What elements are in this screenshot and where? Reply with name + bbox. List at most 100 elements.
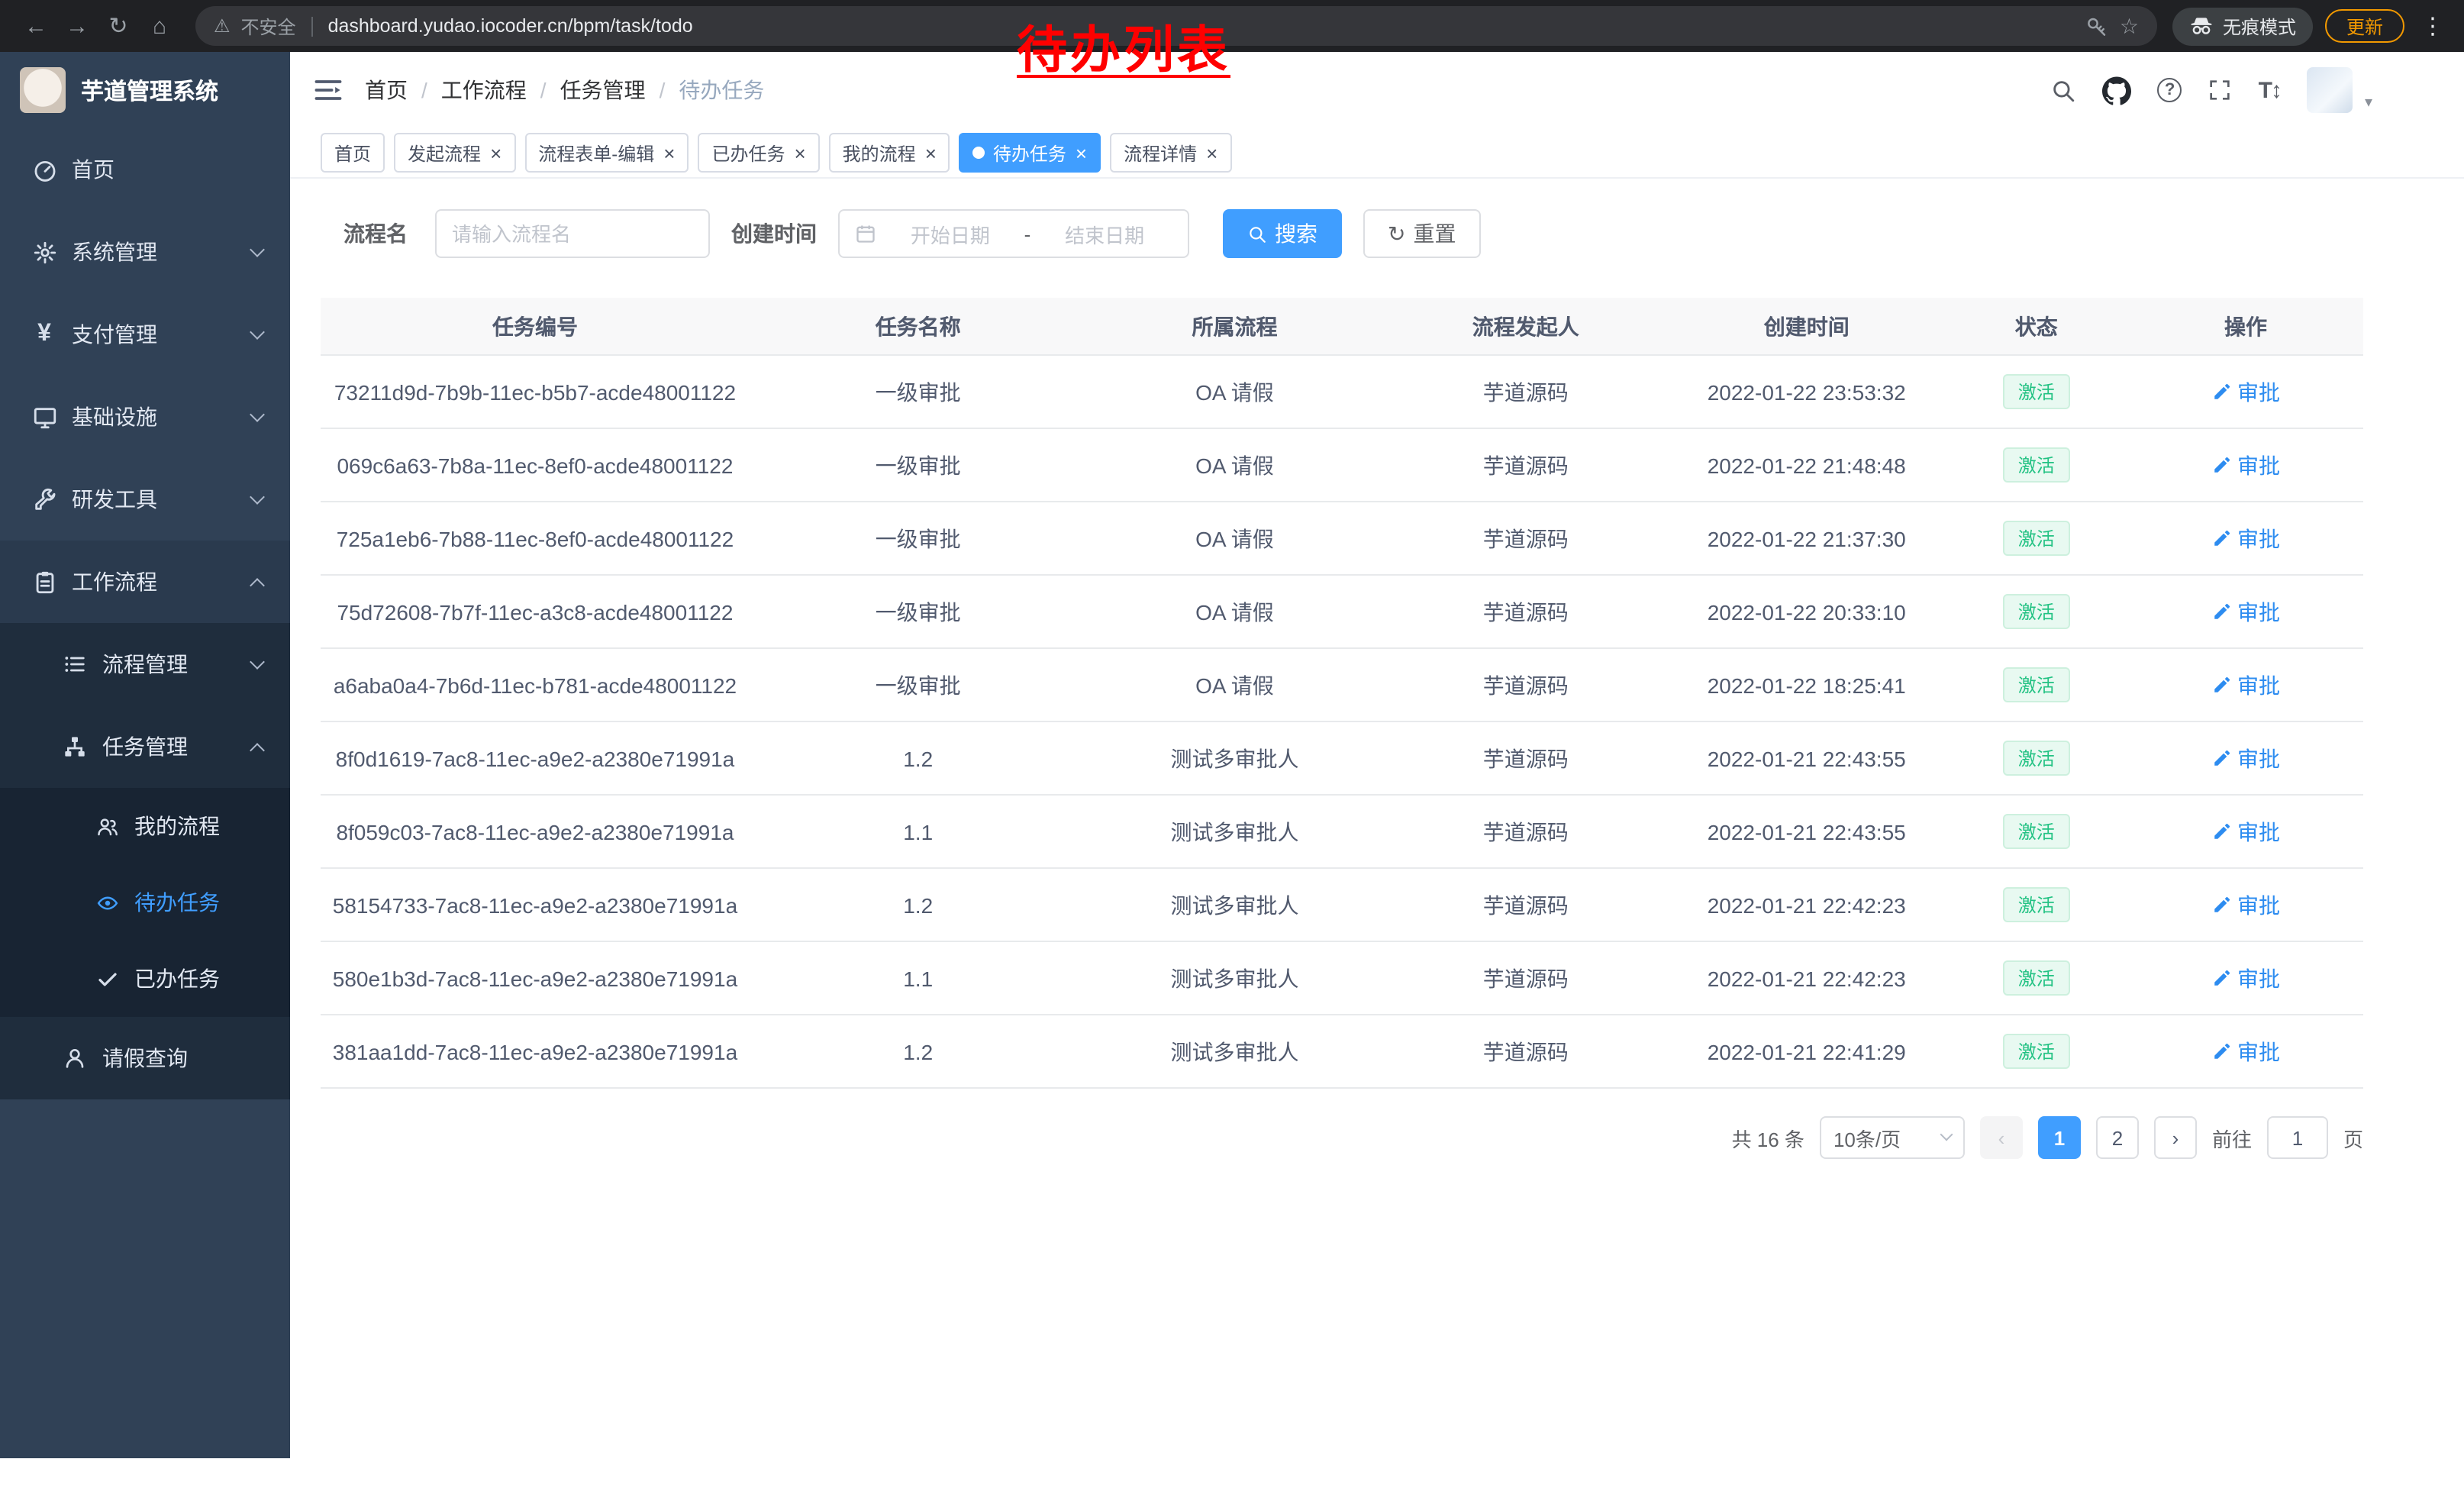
approve-link[interactable]: 审批 (2211, 596, 2280, 627)
sidebar-item-workflow[interactable]: 工作流程 (0, 541, 290, 623)
date-range-picker[interactable]: 开始日期 - 结束日期 (838, 209, 1189, 258)
pencil-icon (2211, 748, 2231, 768)
close-icon[interactable]: × (1076, 143, 1087, 163)
page-button-2[interactable]: 2 (2096, 1116, 2139, 1159)
page-button-1[interactable]: 1 (2038, 1116, 2081, 1159)
refresh-button[interactable]: ↻ (98, 5, 139, 47)
sidebar-item-dev-tools[interactable]: 研发工具 (0, 458, 290, 541)
incognito-badge: 无痕模式 (2172, 7, 2313, 45)
pencil-icon (2211, 382, 2231, 402)
pencil-icon (2211, 528, 2231, 548)
status-badge: 激活 (2003, 887, 2070, 922)
total-count: 共 16 条 (1732, 1123, 1804, 1152)
status-badge: 激活 (2003, 960, 2070, 996)
help-icon[interactable]: ? (2158, 78, 2182, 102)
approve-link[interactable]: 审批 (2211, 816, 2280, 847)
sidebar-item-task-management[interactable]: 任务管理 (0, 705, 290, 788)
forward-button[interactable]: → (56, 5, 98, 47)
pencil-icon (2211, 968, 2231, 988)
chevron-down-icon: ▾ (2365, 94, 2372, 111)
sidebar-item-system-management[interactable]: 系统管理 (0, 211, 290, 293)
active-dot (973, 147, 985, 159)
refresh-icon: ↻ (1388, 223, 1405, 244)
process-name-input[interactable] (435, 209, 710, 258)
pencil-icon (2211, 455, 2231, 475)
close-icon[interactable]: × (490, 143, 502, 163)
close-icon[interactable]: × (925, 143, 937, 163)
chevron-up-icon (250, 742, 265, 757)
todo-task-table: 任务编号 任务名称 所属流程 流程发起人 创建时间 状态 操作 73211d9d… (321, 298, 2363, 1089)
key-icon[interactable] (2086, 15, 2109, 37)
sidebar-item-infrastructure[interactable]: 基础设施 (0, 376, 290, 458)
table-row: 725a1eb6-7b88-11ec-8ef0-acde48001122 一级审… (321, 502, 2363, 576)
page-size-select[interactable]: 10条/页 (1820, 1116, 1965, 1159)
approve-link[interactable]: 审批 (2211, 963, 2280, 993)
approve-link[interactable]: 审批 (2211, 376, 2280, 407)
sidebar-item-todo-tasks[interactable]: 待办任务 (0, 864, 290, 941)
breadcrumb-item-home[interactable]: 首页 (365, 75, 408, 105)
status-badge: 激活 (2003, 374, 2070, 409)
dashboard-icon (31, 156, 58, 183)
sidebar-item-done-tasks[interactable]: 已办任务 (0, 941, 290, 1017)
approve-link[interactable]: 审批 (2211, 1036, 2280, 1067)
approve-link[interactable]: 审批 (2211, 450, 2280, 480)
update-button[interactable]: 更新 (2325, 9, 2404, 43)
breadcrumb-item-task-management[interactable]: 任务管理 (560, 75, 646, 105)
font-size-icon[interactable]: T↕ (2259, 77, 2281, 103)
process-name-label: 流程名 (343, 218, 408, 249)
reset-button[interactable]: ↻ 重置 (1363, 209, 1480, 258)
sidebar-item-leave-query[interactable]: 请假查询 (0, 1017, 290, 1099)
github-icon[interactable] (2103, 76, 2132, 105)
infrastructure-icon (31, 403, 58, 431)
sidebar-collapse-button[interactable] (311, 73, 345, 107)
back-button[interactable]: ← (15, 5, 56, 47)
table-row: 580e1b3d-7ac8-11ec-a9e2-a2380e71991a 1.1… (321, 942, 2363, 1015)
chevron-down-icon (1940, 1128, 1953, 1141)
close-icon[interactable]: × (794, 143, 805, 163)
tab-home[interactable]: 首页 (321, 133, 385, 173)
col-starter: 流程发起人 (1382, 311, 1669, 341)
logo-image (20, 67, 66, 113)
fullscreen-icon[interactable] (2208, 78, 2233, 102)
tab-process-form-edit[interactable]: 流程表单-编辑× (524, 133, 689, 173)
sidebar-menu: 首页 系统管理 ¥ 支付管理 基础设施 (0, 128, 290, 1099)
close-icon[interactable]: × (663, 143, 675, 163)
sidebar-item-process-management[interactable]: 流程管理 (0, 623, 290, 705)
breadcrumb-item-workflow[interactable]: 工作流程 (441, 75, 527, 105)
divider (311, 16, 313, 36)
prev-page-button[interactable]: ‹ (1980, 1116, 2023, 1159)
home-button[interactable]: ⌂ (139, 5, 180, 47)
search-icon[interactable] (2051, 77, 2077, 103)
approve-link[interactable]: 审批 (2211, 670, 2280, 700)
approve-link[interactable]: 审批 (2211, 523, 2280, 554)
sidebar-item-my-process[interactable]: 我的流程 (0, 788, 290, 864)
search-form: 流程名 创建时间 开始日期 - 结束日期 搜索 ↻ (343, 209, 2363, 258)
tab-my-process[interactable]: 我的流程× (829, 133, 950, 173)
tab-todo-tasks[interactable]: 待办任务× (959, 133, 1101, 173)
header-actions: ? T↕ ▾ (2051, 67, 2372, 113)
avatar[interactable] (2307, 67, 2353, 113)
goto-label: 前往 (2212, 1123, 2252, 1152)
breadcrumb-item-current: 待办任务 (679, 75, 764, 105)
tab-done-tasks[interactable]: 已办任务× (698, 133, 819, 173)
col-status: 状态 (1944, 311, 2128, 341)
bookmark-star-icon[interactable]: ☆ (2120, 13, 2139, 39)
search-button[interactable]: 搜索 (1223, 209, 1342, 258)
tab-process-detail[interactable]: 流程详情× (1110, 133, 1231, 173)
workflow-icon (31, 568, 58, 596)
status-badge: 激活 (2003, 814, 2070, 849)
menu-dots-icon[interactable]: ⋮ (2417, 12, 2449, 40)
chevron-right-icon: › (2172, 1126, 2179, 1149)
close-icon[interactable]: × (1206, 143, 1217, 163)
tab-initiate-process[interactable]: 发起流程× (394, 133, 515, 173)
approve-link[interactable]: 审批 (2211, 889, 2280, 920)
goto-page-input[interactable] (2267, 1116, 2328, 1159)
table-row: 381aa1dd-7ac8-11ec-a9e2-a2380e71991a 1.2… (321, 1015, 2363, 1089)
app-title: 芋道管理系统 (81, 74, 218, 106)
sidebar-item-payment-management[interactable]: ¥ 支付管理 (0, 293, 290, 376)
next-page-button[interactable]: › (2154, 1116, 2197, 1159)
sidebar: 芋道管理系统 首页 系统管理 ¥ 支付管理 (0, 52, 290, 1458)
approve-link[interactable]: 审批 (2211, 743, 2280, 773)
sidebar-item-home[interactable]: 首页 (0, 128, 290, 211)
start-date-placeholder: 开始日期 (882, 219, 1018, 248)
